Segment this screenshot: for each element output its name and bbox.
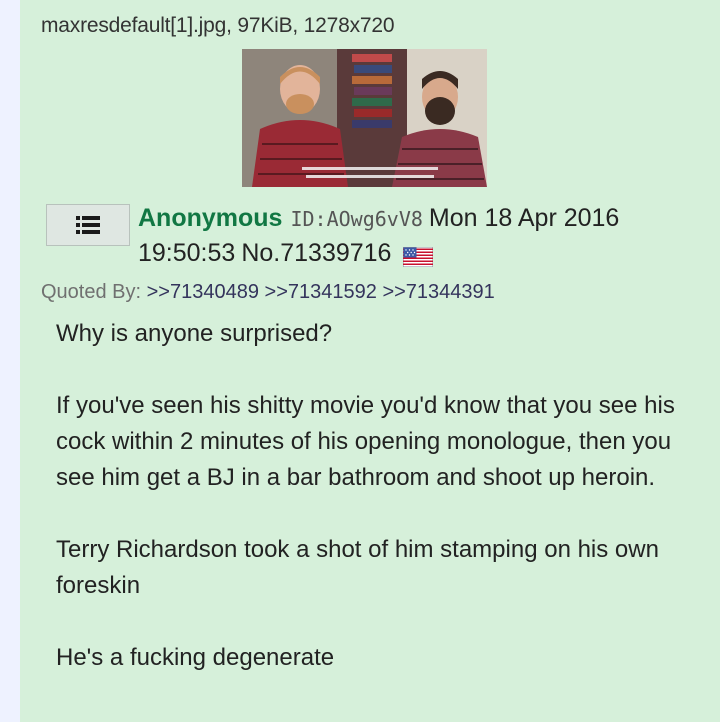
message-paragraph: Why is anyone surprised? (56, 320, 333, 347)
image-thumbnail[interactable] (242, 49, 487, 187)
post-message: Why is anyone surprised? If you've seen … (56, 316, 706, 676)
message-paragraph: If you've seen his shitty movie you'd kn… (56, 392, 675, 491)
hamburger-menu-icon (76, 216, 100, 234)
post-number-link[interactable]: No.71339716 (241, 237, 391, 269)
message-paragraph: Terry Richardson took a shot of him stam… (56, 536, 659, 599)
file-info[interactable]: maxresdefault[1].jpg, 97KiB, 1278x720 (41, 14, 395, 38)
quote-link[interactable]: >>71341592 (265, 281, 377, 303)
quote-link[interactable]: >>71340489 (147, 281, 259, 303)
us-flag-icon (402, 243, 434, 268)
quoted-by: Quoted By: >>71340489 >>71341592 >>71344… (41, 281, 495, 304)
poster-name: Anonymous (138, 204, 283, 232)
post-header-continued: 19:50:53 No.71339716 (138, 237, 434, 269)
post-menu-button[interactable] (46, 204, 130, 246)
reply-post: maxresdefault[1].jpg, 97KiB, 1278x720 An… (20, 0, 720, 722)
thumbnail-picture (242, 49, 487, 187)
quoted-by-label: Quoted By: (41, 281, 142, 303)
post-date: Mon 18 Apr 2016 (428, 204, 620, 232)
post-header: Anonymous ID:AOwg6vV8 Mon 18 Apr 2016 (138, 203, 619, 234)
poster-id[interactable]: ID:AOwg6vV8 (290, 207, 422, 231)
message-paragraph: He's a fucking degenerate (56, 644, 335, 671)
quote-link[interactable]: >>71344391 (382, 281, 494, 303)
post-time: 19:50:53 (138, 239, 236, 267)
